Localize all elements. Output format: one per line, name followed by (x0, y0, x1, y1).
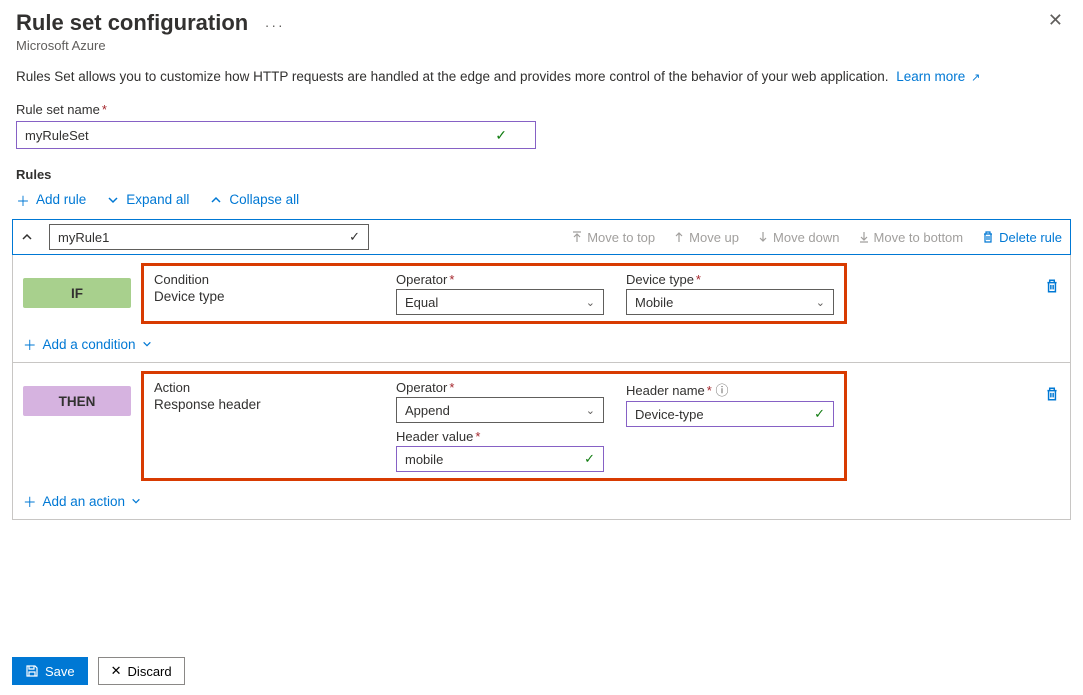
check-icon: ✓ (495, 127, 507, 144)
close-icon: ✕ (111, 663, 122, 679)
delete-action-icon[interactable] (1044, 386, 1060, 402)
chevron-up-icon (209, 193, 223, 207)
chevron-down-icon (106, 193, 120, 207)
chevron-down-icon: ⌄ (586, 404, 595, 417)
rules-label: Rules (0, 163, 1083, 188)
plus-icon: ＋ (23, 334, 37, 354)
move-up-button[interactable]: Move up (673, 230, 739, 245)
header-value-input[interactable]: mobile✓ (396, 446, 604, 472)
move-to-bottom-button[interactable]: Move to bottom (858, 230, 964, 245)
chevron-down-icon (142, 339, 152, 349)
then-section: THEN Action Response header Operator* Ap… (12, 363, 1071, 520)
expand-all-button[interactable]: Expand all (106, 192, 189, 207)
learn-more-link[interactable]: Learn more (896, 69, 980, 84)
rule-name-input[interactable]: myRule1 ✓ (49, 224, 369, 250)
ruleset-name-label: Rule set name* (16, 102, 1067, 117)
if-badge: IF (23, 278, 131, 308)
move-down-button[interactable]: Move down (757, 230, 839, 245)
condition-value: Device type (154, 289, 374, 304)
collapse-all-button[interactable]: Collapse all (209, 192, 299, 207)
action-label: Action (154, 380, 374, 395)
external-link-icon (969, 69, 980, 84)
delete-rule-button[interactable]: Delete rule (981, 230, 1062, 245)
discard-button[interactable]: ✕Discard (98, 657, 185, 685)
collapse-rule-icon[interactable] (21, 231, 41, 243)
header-value-label: Header value* (396, 429, 604, 444)
chevron-down-icon: ⌄ (816, 296, 825, 309)
add-action-button[interactable]: ＋ Add an action (23, 491, 1060, 511)
move-to-top-button[interactable]: Move to top (571, 230, 655, 245)
check-icon: ✓ (584, 451, 595, 467)
ruleset-name-input[interactable]: myRuleSet ✓ (16, 121, 536, 149)
plus-icon: ＋ (16, 193, 30, 207)
rule-header-row: myRule1 ✓ Move to top Move up Move down … (12, 219, 1071, 255)
page-title: Rule set configuration (16, 10, 248, 35)
if-operator-label: Operator* (396, 272, 604, 287)
then-highlight-box: Action Response header Operator* Append⌄… (141, 371, 847, 481)
info-icon[interactable]: ⓘ (715, 383, 728, 398)
plus-icon: ＋ (23, 491, 37, 511)
save-button[interactable]: Save (12, 657, 88, 685)
condition-label: Condition (154, 272, 374, 287)
chevron-down-icon: ⌄ (586, 296, 595, 309)
add-condition-button[interactable]: ＋ Add a condition (23, 334, 1060, 354)
add-rule-button[interactable]: ＋Add rule (16, 192, 86, 207)
chevron-down-icon (131, 496, 141, 506)
then-operator-select[interactable]: Append⌄ (396, 397, 604, 423)
then-badge: THEN (23, 386, 131, 416)
check-icon: ✓ (814, 406, 825, 422)
check-icon: ✓ (349, 229, 360, 245)
action-value: Response header (154, 397, 374, 412)
intro-text: Rules Set allows you to customize how HT… (0, 61, 1083, 102)
if-operator-select[interactable]: Equal⌄ (396, 289, 604, 315)
delete-condition-icon[interactable] (1044, 278, 1060, 294)
close-icon[interactable]: ✕ (1044, 10, 1067, 31)
if-section: IF Condition Device type Operator* Equal… (12, 255, 1071, 363)
header-name-input[interactable]: Device-type✓ (626, 401, 834, 427)
header-name-label: Header name* ⓘ (626, 380, 834, 399)
then-operator-label: Operator* (396, 380, 604, 395)
device-type-label: Device type* (626, 272, 834, 287)
more-icon[interactable]: ··· (265, 17, 285, 33)
subtitle: Microsoft Azure (16, 38, 1067, 53)
if-highlight-box: Condition Device type Operator* Equal⌄ D… (141, 263, 847, 324)
device-type-select[interactable]: Mobile⌄ (626, 289, 834, 315)
